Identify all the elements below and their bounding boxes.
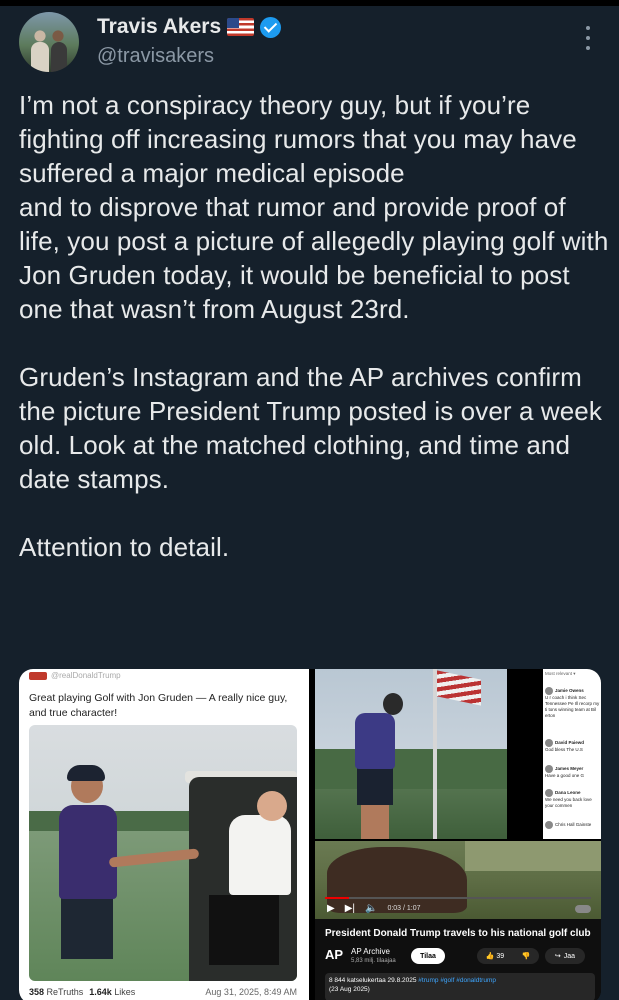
video-date-stamp: (23 Aug 2025) bbox=[329, 986, 370, 993]
likes-label: Likes bbox=[114, 987, 136, 997]
comments-sort: Most relevant ▾ bbox=[545, 671, 576, 676]
video-views: 8 844 katselukertaa 29.8.2025 bbox=[329, 977, 417, 984]
tweet-text: I’m not a conspiracy theory guy, but if … bbox=[19, 90, 609, 562]
avatar-person-left bbox=[31, 42, 49, 72]
author-name-row: Travis Akers bbox=[97, 15, 282, 39]
share-button[interactable]: ↪ Jaa bbox=[545, 948, 585, 964]
autoplay-toggle[interactable] bbox=[575, 905, 591, 913]
truth-handle: @realDonaldTrump bbox=[51, 671, 121, 680]
comment-item: Dana Leone We need you back love your com… bbox=[545, 789, 592, 808]
likes-count: 1.64k bbox=[89, 987, 112, 997]
video-hashtags[interactable]: #trump #golf #donaldtrump bbox=[418, 977, 496, 984]
truth-timestamp: Aug 31, 2025, 8:49 AM bbox=[205, 987, 297, 997]
next-icon[interactable]: ▶| bbox=[345, 903, 355, 914]
play-icon[interactable]: ▶ bbox=[327, 903, 335, 914]
thumbs-down-icon[interactable]: 👎 bbox=[522, 952, 531, 960]
subscribe-button[interactable]: Tilaa bbox=[411, 948, 445, 964]
truth-stats: 358 ReTruths 1.64k Likes bbox=[29, 987, 135, 997]
truth-social-screenshot[interactable]: @realDonaldTrump Great playing Golf with… bbox=[19, 669, 309, 1000]
tweet-card: Travis Akers @travisakers I’m not a cons… bbox=[0, 6, 619, 1000]
comment-item: James Meyer Have a good one G bbox=[545, 765, 585, 778]
video-time: 0:03 / 1:07 bbox=[387, 905, 421, 912]
channel-logo[interactable]: AP bbox=[325, 947, 343, 962]
verified-badge-icon[interactable] bbox=[260, 16, 282, 38]
avatar[interactable] bbox=[19, 12, 79, 72]
retruths-count: 358 bbox=[29, 987, 45, 997]
instagram-comments-strip: Most relevant ▾ Jamie Owens U r coach i t… bbox=[543, 669, 601, 839]
video-progress-fill bbox=[325, 897, 349, 899]
video-title: President Donald Trump travels to his na… bbox=[325, 928, 591, 939]
american-flag-icon bbox=[437, 670, 481, 706]
comment-item: Jamie Owens U r coach i think Sec Tenness… bbox=[545, 687, 600, 718]
avatar-person-right bbox=[51, 42, 67, 72]
us-flag-icon bbox=[227, 18, 255, 36]
ap-video-screenshot[interactable]: ▶ ▶| 🔈 0:03 / 1:07 President Donald Trum… bbox=[315, 841, 601, 1000]
golfer-swing-photo bbox=[315, 669, 507, 839]
video-description[interactable]: 8 844 katselukertaa 29.8.2025 #trump #go… bbox=[325, 973, 595, 1000]
comment-item: David Paiewd God bless The U.S bbox=[545, 739, 585, 752]
tweet-media[interactable]: @realDonaldTrump Great playing Golf with… bbox=[19, 669, 601, 1000]
channel-name[interactable]: AP Archive bbox=[351, 947, 390, 956]
truth-avatar-icon bbox=[29, 672, 47, 680]
volume-icon[interactable]: 🔈 bbox=[365, 903, 377, 914]
author-name[interactable]: Travis Akers bbox=[97, 15, 221, 39]
truth-post-text: Great playing Golf with Jon Gruden — A r… bbox=[29, 692, 288, 719]
author-handle[interactable]: @travisakers bbox=[97, 45, 214, 68]
retruths-label: ReTruths bbox=[46, 987, 84, 997]
golf-cart-photo bbox=[29, 725, 297, 981]
video-frame[interactable]: ▶ ▶| 🔈 0:03 / 1:07 bbox=[315, 841, 601, 919]
comment-item: Chris Hall Gainste bbox=[545, 821, 601, 829]
more-options-icon[interactable] bbox=[584, 26, 592, 50]
video-progress-track[interactable] bbox=[325, 897, 591, 899]
like-dislike-button[interactable]: 👍 39 👎 bbox=[477, 948, 539, 964]
photo-gutter bbox=[507, 669, 543, 839]
share-icon: ↪ bbox=[554, 953, 561, 960]
subscriber-count: 5,83 milj. tilaajaa bbox=[351, 958, 396, 964]
thumbs-up-icon[interactable]: 👍 39 bbox=[486, 952, 504, 960]
video-controls: ▶ ▶| 🔈 0:03 / 1:07 bbox=[327, 903, 421, 914]
